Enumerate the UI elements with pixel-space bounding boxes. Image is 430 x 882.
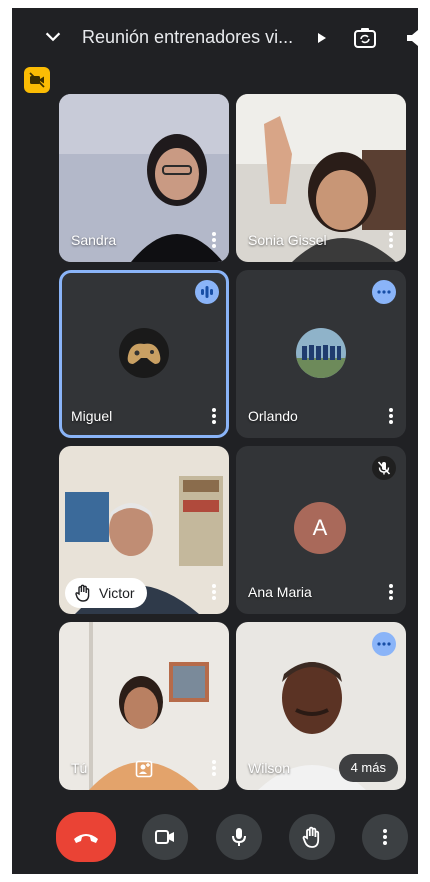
self-view-icon[interactable] bbox=[135, 760, 153, 778]
video-off-icon bbox=[29, 72, 45, 88]
participant-name: Orlando bbox=[248, 408, 298, 424]
participant-tile-ana-maria[interactable]: A Ana Maria bbox=[236, 446, 406, 614]
speaking-indicator-badge bbox=[195, 280, 219, 304]
switch-camera-icon[interactable] bbox=[352, 25, 378, 51]
participant-name: Tú bbox=[71, 760, 88, 776]
camera-toggle-button[interactable] bbox=[142, 814, 188, 860]
raise-hand-button[interactable] bbox=[289, 814, 335, 860]
more-options-icon[interactable] bbox=[207, 230, 221, 252]
raised-hand-icon bbox=[302, 826, 320, 848]
participant-tile-sandra[interactable]: Sandra bbox=[59, 94, 229, 262]
participant-tile-orlando[interactable]: Orlando bbox=[236, 270, 406, 438]
play-arrow-icon[interactable] bbox=[315, 30, 329, 46]
more-options-icon[interactable] bbox=[207, 582, 221, 604]
status-badge bbox=[372, 632, 396, 656]
more-participants-button[interactable]: 4 más bbox=[338, 754, 398, 782]
meeting-title[interactable]: Reunión entrenadores vi... bbox=[82, 27, 293, 48]
call-controls bbox=[12, 804, 418, 874]
video-camera-icon bbox=[155, 830, 174, 844]
avatar: A bbox=[294, 502, 346, 554]
participant-name: Sandra bbox=[71, 232, 117, 248]
more-options-icon[interactable] bbox=[207, 406, 221, 428]
audio-wave-icon bbox=[201, 286, 213, 298]
more-horiz-icon bbox=[377, 290, 391, 294]
participant-name: Wilson bbox=[248, 760, 291, 776]
avatar bbox=[296, 328, 346, 378]
more-vert-icon bbox=[383, 829, 387, 845]
participant-tile-wilson[interactable]: Wilson 4 más bbox=[236, 622, 406, 790]
mic-off-icon bbox=[377, 461, 391, 475]
participant-tile-victor[interactable]: Victor bbox=[59, 446, 229, 614]
team-avatar-image bbox=[296, 328, 346, 378]
raised-hand-chip: Victor bbox=[65, 578, 147, 608]
more-options-icon[interactable] bbox=[384, 230, 398, 252]
avatar bbox=[119, 328, 169, 378]
status-badge bbox=[372, 280, 396, 304]
participant-name: Ana Maria bbox=[248, 584, 312, 600]
participant-name: Miguel bbox=[71, 408, 113, 424]
raised-hand-icon bbox=[75, 584, 90, 602]
meet-call-screen: Reunión entrenadores vi... Sandra Sonia … bbox=[12, 8, 418, 874]
gamepad-avatar-image bbox=[119, 328, 169, 378]
camera-off-badge bbox=[24, 67, 50, 93]
participant-tile-sonia-gissel[interactable]: Sonia Gissel bbox=[236, 94, 406, 262]
more-options-icon[interactable] bbox=[207, 758, 221, 780]
mic-icon bbox=[232, 828, 246, 846]
phone-hangup-icon bbox=[74, 834, 98, 843]
participant-tile-miguel[interactable]: Miguel bbox=[59, 270, 229, 438]
participant-name: Sonia Gissel bbox=[248, 232, 327, 248]
participant-tile-self[interactable]: Tú bbox=[59, 622, 229, 790]
more-horiz-icon bbox=[377, 642, 391, 646]
microphone-toggle-button[interactable] bbox=[216, 814, 262, 860]
top-bar: Reunión entrenadores vi... bbox=[12, 8, 418, 68]
muted-indicator-badge bbox=[372, 456, 396, 480]
end-call-button[interactable] bbox=[56, 812, 116, 862]
more-options-icon[interactable] bbox=[384, 406, 398, 428]
chevron-down-icon[interactable] bbox=[42, 26, 64, 48]
participant-name: Victor bbox=[99, 585, 135, 601]
speaker-icon[interactable] bbox=[405, 26, 418, 50]
more-options-icon[interactable] bbox=[384, 582, 398, 604]
more-options-button[interactable] bbox=[362, 814, 408, 860]
